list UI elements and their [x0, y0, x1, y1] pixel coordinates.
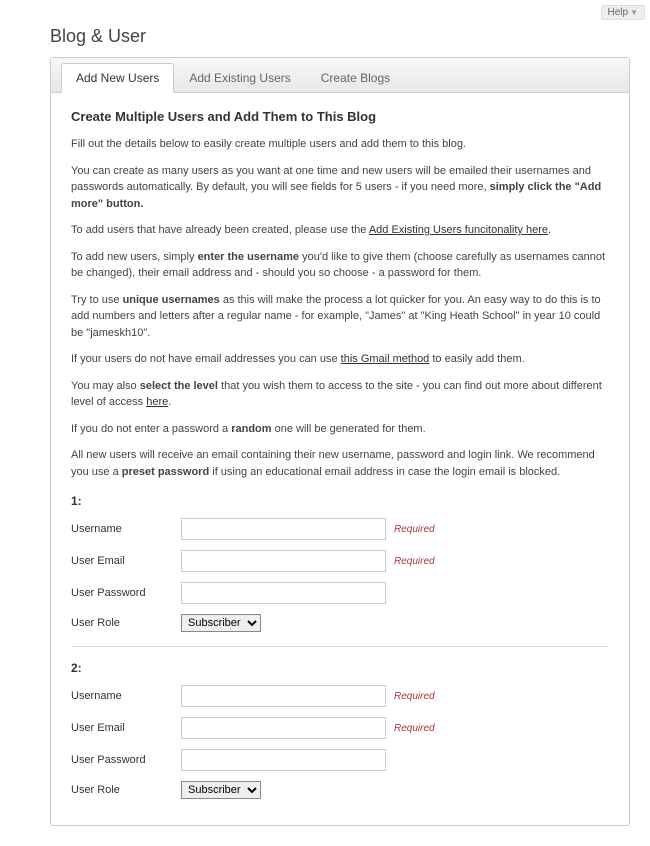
label-email: User Email [71, 555, 181, 567]
row-email-2: User Email Required [71, 717, 609, 739]
label-username: Username [71, 690, 181, 702]
intro-p5: Try to use unique usernames as this will… [71, 292, 609, 342]
add-existing-users-link[interactable]: Add Existing Users funcitonality here [369, 224, 548, 236]
intro-p2: You can create as many users as you want… [71, 163, 609, 213]
label-email: User Email [71, 722, 181, 734]
access-levels-link[interactable]: here [146, 396, 168, 408]
label-password: User Password [71, 754, 181, 766]
label-role: User Role [71, 617, 181, 629]
username-input-1[interactable] [181, 518, 386, 540]
intro-p9: All new users will receive an email cont… [71, 447, 609, 480]
content-heading: Create Multiple Users and Add Them to Th… [71, 109, 609, 124]
tab-create-blogs[interactable]: Create Blogs [306, 63, 405, 93]
section-2-heading: 2: [71, 661, 609, 675]
intro-p3: To add users that have already been crea… [71, 222, 609, 239]
label-username: Username [71, 523, 181, 535]
row-password-2: User Password [71, 749, 609, 771]
required-indicator: Required [394, 723, 435, 734]
row-role-1: User Role Subscriber [71, 614, 609, 632]
gmail-method-link[interactable]: this Gmail method [341, 353, 430, 365]
main-panel: Add New Users Add Existing Users Create … [50, 57, 630, 826]
required-indicator: Required [394, 556, 435, 567]
password-input-1[interactable] [181, 582, 386, 604]
row-username-2: Username Required [71, 685, 609, 707]
panel-content: Create Multiple Users and Add Them to Th… [51, 93, 629, 825]
required-indicator: Required [394, 524, 435, 535]
help-label: Help [608, 7, 629, 18]
password-input-2[interactable] [181, 749, 386, 771]
username-input-2[interactable] [181, 685, 386, 707]
section-divider [71, 646, 609, 647]
intro-p1: Fill out the details below to easily cre… [71, 136, 609, 153]
row-password-1: User Password [71, 582, 609, 604]
tab-add-existing-users[interactable]: Add Existing Users [174, 63, 305, 93]
chevron-down-icon: ▼ [630, 8, 638, 17]
required-indicator: Required [394, 691, 435, 702]
intro-p6: If your users do not have email addresse… [71, 351, 609, 368]
intro-p7: You may also select the level that you w… [71, 378, 609, 411]
role-select-2[interactable]: Subscriber [181, 781, 261, 799]
email-input-2[interactable] [181, 717, 386, 739]
label-role: User Role [71, 784, 181, 796]
tab-bar: Add New Users Add Existing Users Create … [51, 58, 629, 93]
email-input-1[interactable] [181, 550, 386, 572]
role-select-1[interactable]: Subscriber [181, 614, 261, 632]
intro-p8: If you do not enter a password a random … [71, 421, 609, 438]
help-button[interactable]: Help▼ [601, 5, 646, 20]
row-email-1: User Email Required [71, 550, 609, 572]
label-password: User Password [71, 587, 181, 599]
section-1-heading: 1: [71, 494, 609, 508]
page-title: Blog & User [50, 26, 630, 47]
tab-add-new-users[interactable]: Add New Users [61, 63, 174, 93]
intro-p4: To add new users, simply enter the usern… [71, 249, 609, 282]
row-username-1: Username Required [71, 518, 609, 540]
row-role-2: User Role Subscriber [71, 781, 609, 799]
